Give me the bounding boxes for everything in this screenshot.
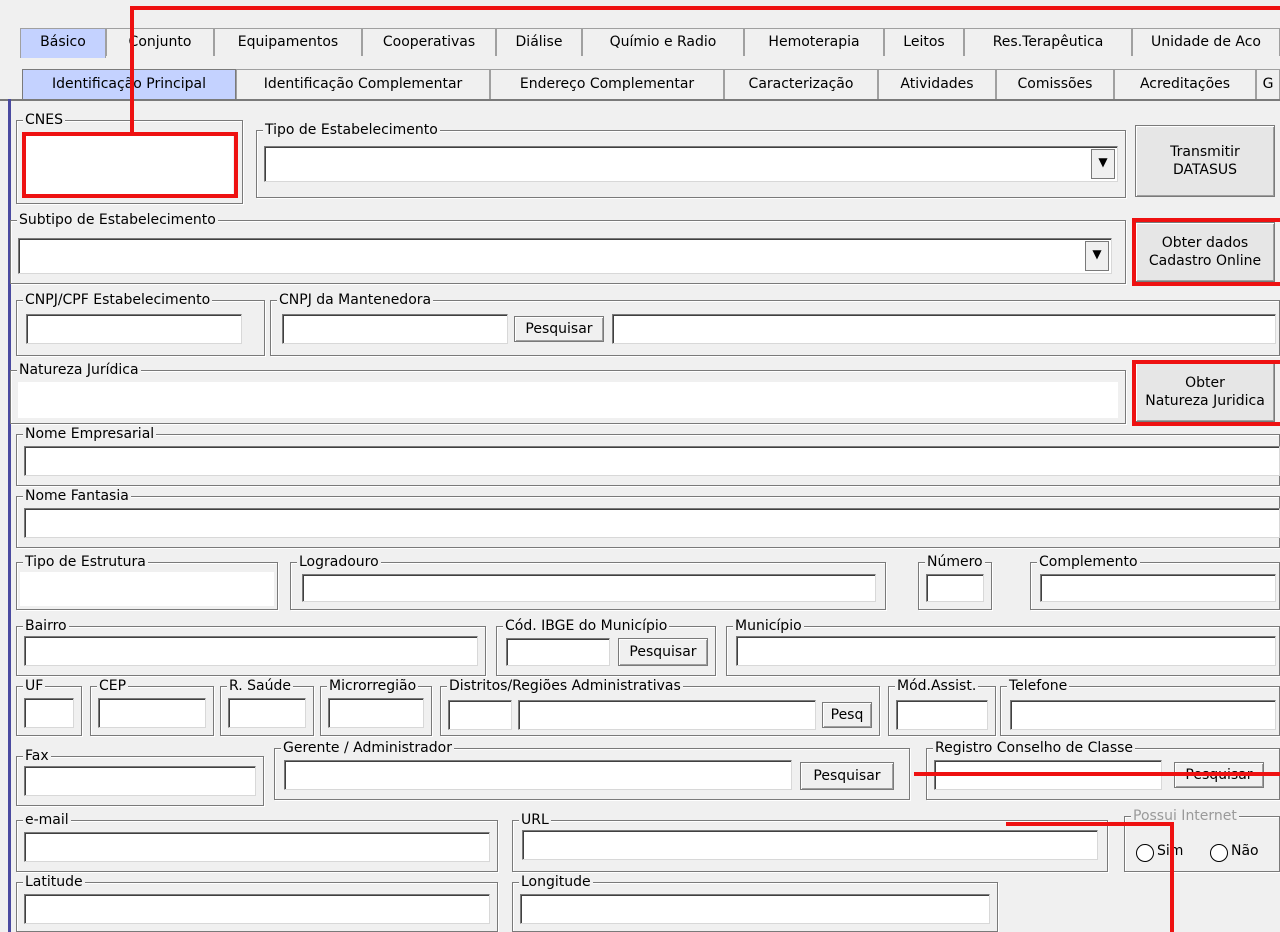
uf-input[interactable] bbox=[24, 698, 74, 728]
microrregiao-input[interactable] bbox=[328, 698, 424, 728]
label-nome-fant: Nome Fantasia bbox=[23, 487, 131, 505]
url-input[interactable] bbox=[522, 830, 1098, 860]
tab-more[interactable]: G bbox=[1256, 69, 1280, 99]
tab-divider bbox=[0, 99, 1280, 101]
annotation-box-cadastro bbox=[1132, 218, 1280, 286]
label-latitude: Latitude bbox=[23, 873, 85, 891]
nome-empresarial-input[interactable] bbox=[24, 446, 1280, 476]
annotation-line-bottom-vertical bbox=[1170, 822, 1174, 932]
label-tipo-estrut: Tipo de Estrutura bbox=[23, 553, 148, 571]
tab-identificacao-principal[interactable]: Identificação Principal bbox=[22, 69, 236, 99]
label-longitude: Longitude bbox=[519, 873, 593, 891]
label-cnpj-estab: CNPJ/CPF Estabelecimento bbox=[23, 291, 213, 309]
latitude-input[interactable] bbox=[24, 894, 490, 924]
telefone-input[interactable] bbox=[1010, 700, 1276, 730]
tab-hemoterapia[interactable]: Hemoterapia bbox=[744, 28, 884, 56]
numero-input[interactable] bbox=[926, 574, 984, 602]
label-mod-assist: Mód.Assist. bbox=[895, 677, 979, 695]
label-tipo-estab: Tipo de Estabelecimento bbox=[263, 121, 440, 139]
tab-identificacao-complementar[interactable]: Identificação Complementar bbox=[236, 69, 490, 99]
radio-nao[interactable] bbox=[1210, 844, 1228, 862]
tab-caracterizacao[interactable]: Caracterização bbox=[724, 69, 878, 99]
annotation-line-top bbox=[130, 6, 1280, 10]
tab-equipamentos[interactable]: Equipamentos bbox=[214, 28, 362, 56]
tab-comissoes[interactable]: Comissões bbox=[996, 69, 1114, 99]
label-cnes: CNES bbox=[23, 111, 65, 129]
label-fax: Fax bbox=[23, 747, 51, 765]
label-microrregiao: Microrregião bbox=[327, 677, 419, 695]
tab-quimio-radio[interactable]: Químio e Radio bbox=[582, 28, 744, 56]
label-cep: CEP bbox=[97, 677, 129, 695]
label-natureza: Natureza Jurídica bbox=[17, 361, 141, 379]
nome-fantasia-input[interactable] bbox=[24, 508, 1280, 538]
gerente-input[interactable] bbox=[284, 760, 792, 790]
tab-basico[interactable]: Básico bbox=[20, 28, 106, 58]
subtipo-select[interactable]: ▼ bbox=[18, 238, 1112, 274]
tab-atividades[interactable]: Atividades bbox=[878, 69, 996, 99]
label-numero: Número bbox=[925, 553, 985, 571]
label-email: e-mail bbox=[23, 811, 71, 829]
tab-endereco-complementar[interactable]: Endereço Complementar bbox=[490, 69, 724, 99]
label-gerente: Gerente / Administrador bbox=[281, 739, 454, 757]
cod-ibge-input[interactable] bbox=[506, 638, 610, 666]
rsaude-input[interactable] bbox=[228, 698, 306, 728]
label-municipio: Município bbox=[733, 617, 804, 635]
distrito-code-input[interactable] bbox=[448, 700, 512, 730]
annotation-box-cnes bbox=[22, 132, 238, 198]
tab-res-terapeutica[interactable]: Res.Terapêutica bbox=[964, 28, 1132, 56]
radio-sim[interactable] bbox=[1136, 844, 1154, 862]
label-uf: UF bbox=[23, 677, 46, 695]
tab-acreditacoes[interactable]: Acreditações bbox=[1114, 69, 1256, 99]
label-telefone: Telefone bbox=[1007, 677, 1070, 695]
label-registro: Registro Conselho de Classe bbox=[933, 739, 1136, 757]
mantenedora-name-field[interactable] bbox=[612, 314, 1276, 344]
pesquisar-mant-button[interactable]: Pesquisar bbox=[514, 316, 604, 342]
cep-input[interactable] bbox=[98, 698, 206, 728]
municipio-field[interactable] bbox=[736, 636, 1276, 666]
tab-unidade-acolhimento[interactable]: Unidade de Aco bbox=[1132, 28, 1280, 56]
label-cod-ibge: Cód. IBGE do Município bbox=[503, 617, 670, 635]
tab-conjunto[interactable]: Conjunto bbox=[106, 28, 214, 56]
label-distritos: Distritos/Regiões Administrativas bbox=[447, 677, 683, 695]
bairro-input[interactable] bbox=[24, 636, 478, 666]
chevron-down-icon[interactable]: ▼ bbox=[1091, 149, 1115, 179]
fax-input[interactable] bbox=[24, 766, 256, 796]
email-input[interactable] bbox=[24, 832, 490, 862]
logradouro-input[interactable] bbox=[302, 574, 876, 602]
distrito-name-input[interactable] bbox=[518, 700, 816, 730]
annotation-line-cnes bbox=[130, 6, 134, 136]
longitude-input[interactable] bbox=[520, 894, 990, 924]
natureza-field[interactable] bbox=[18, 382, 1118, 418]
tipo-estab-select[interactable]: ▼ bbox=[264, 146, 1118, 182]
tab-leitos[interactable]: Leitos bbox=[884, 28, 964, 56]
tab-dialise[interactable]: Diálise bbox=[496, 28, 582, 56]
label-rsaude: R. Saúde bbox=[227, 677, 293, 695]
complemento-input[interactable] bbox=[1040, 574, 1276, 602]
label-logradouro: Logradouro bbox=[297, 553, 381, 571]
annotation-line-gerente bbox=[914, 772, 1280, 776]
annotation-box-natureza bbox=[1132, 360, 1280, 426]
radio-nao-label: Não bbox=[1231, 843, 1259, 859]
label-bairro: Bairro bbox=[23, 617, 69, 635]
pesquisar-ibge-button[interactable]: Pesquisar bbox=[618, 638, 708, 666]
pesq-distrito-button[interactable]: Pesq bbox=[822, 702, 872, 728]
mod-assist-input[interactable] bbox=[896, 700, 988, 730]
tipo-estrutura-field[interactable] bbox=[20, 572, 274, 606]
cnpj-estab-input[interactable] bbox=[26, 314, 242, 344]
label-nome-emp: Nome Empresarial bbox=[23, 425, 157, 443]
pesquisar-gerente-button[interactable]: Pesquisar bbox=[800, 762, 894, 790]
cnpj-mant-input[interactable] bbox=[282, 314, 508, 344]
tab-cooperativas[interactable]: Cooperativas bbox=[362, 28, 496, 56]
label-url: URL bbox=[519, 811, 551, 829]
transmitir-datasus-button[interactable]: Transmitir DATASUS bbox=[1135, 125, 1275, 197]
label-subtipo: Subtipo de Estabelecimento bbox=[17, 211, 218, 229]
chevron-down-icon[interactable]: ▼ bbox=[1085, 241, 1109, 271]
label-cnpj-mant: CNPJ da Mantenedora bbox=[277, 291, 434, 309]
annotation-line-bottom bbox=[1006, 822, 1174, 826]
label-complemento: Complemento bbox=[1037, 553, 1140, 571]
